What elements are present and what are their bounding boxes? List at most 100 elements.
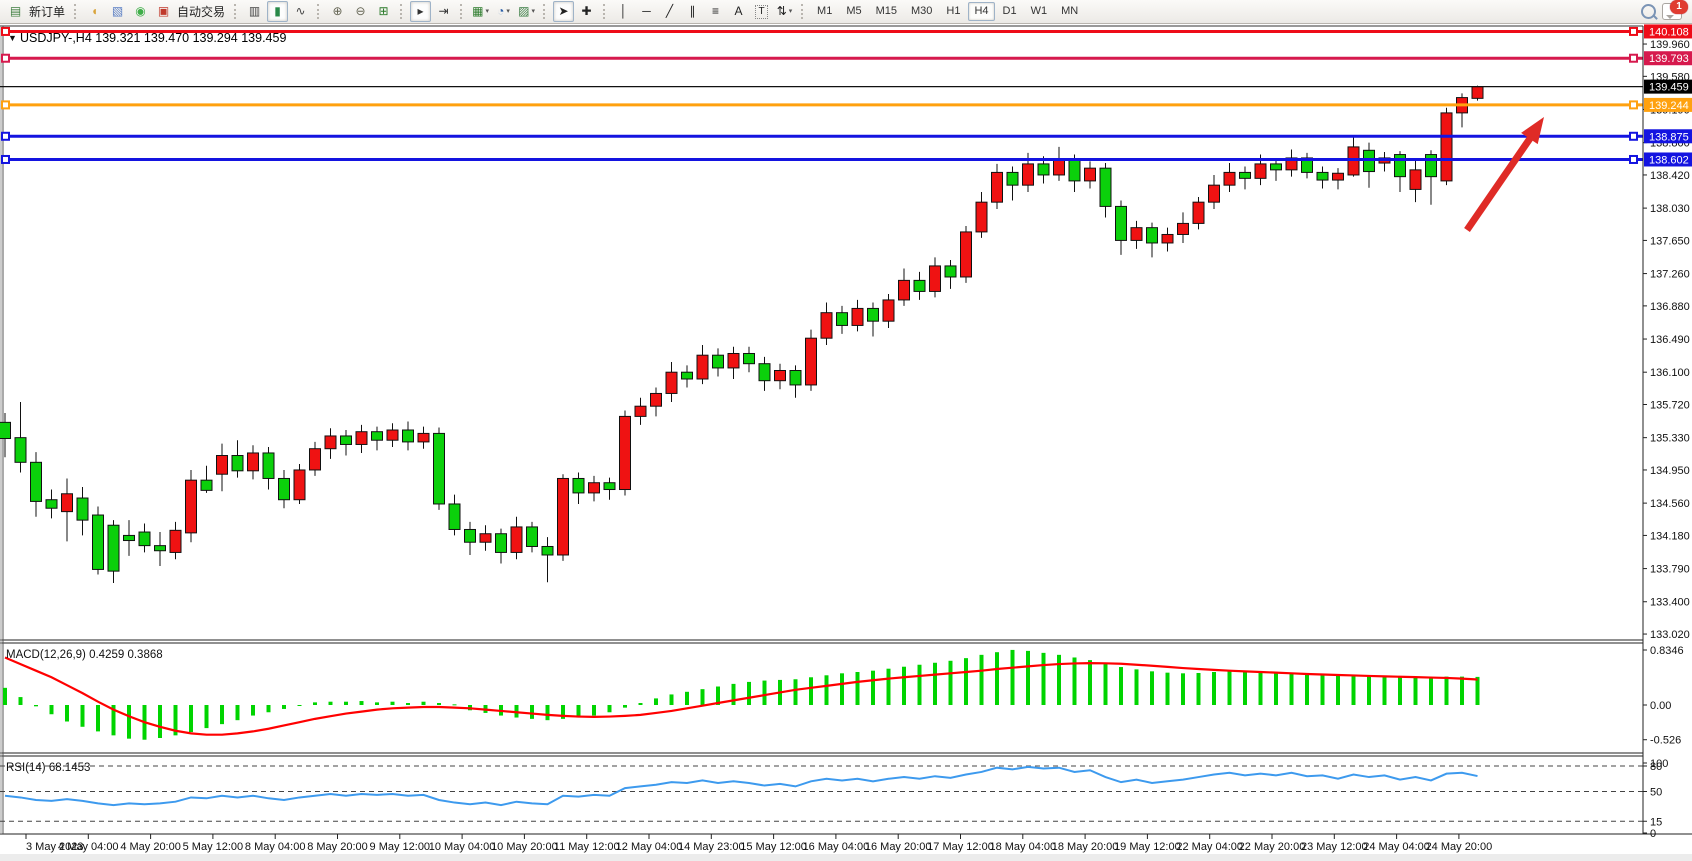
line-chart-icon[interactable]: ∿	[290, 1, 311, 22]
price-label-139.459: 139.459	[1644, 80, 1692, 94]
time-tick-label: 24 May 04:00	[1363, 841, 1430, 853]
macd-histogram-bar	[1352, 676, 1356, 705]
fibonacci-icon[interactable]: ≡	[705, 1, 726, 22]
timeframe-m1[interactable]: M1	[811, 2, 838, 21]
hline-left-marker[interactable]	[2, 101, 9, 108]
toolbar-separator	[543, 4, 547, 19]
chart-shift-icon[interactable]: ⇥	[433, 1, 454, 22]
candle-body	[1054, 160, 1065, 175]
toolbar-separator	[460, 4, 464, 19]
candle-body	[651, 393, 662, 406]
time-tick-label: 4 May 20:00	[120, 841, 181, 853]
candle-body	[294, 470, 305, 500]
hline-left-marker[interactable]	[2, 55, 9, 62]
timeframe-m15[interactable]: M15	[870, 2, 903, 21]
arrows-icon[interactable]: ⇅▾	[774, 1, 795, 22]
macd-histogram-bar	[825, 675, 829, 705]
hline-right-marker[interactable]	[1630, 156, 1637, 163]
timeframe-h1[interactable]: H1	[940, 2, 966, 21]
search-icon[interactable]	[1641, 4, 1656, 19]
zoom-in-icon[interactable]: ⊕	[327, 1, 348, 22]
crosshair-icon[interactable]: ✚	[576, 1, 597, 22]
candle-body	[480, 534, 491, 543]
macd-histogram-bar	[1042, 653, 1046, 705]
new-order-button[interactable]: ▤	[5, 1, 26, 22]
macd-histogram-bar	[1383, 676, 1387, 705]
vertical-line-icon[interactable]: │	[613, 1, 634, 22]
macd-histogram-bar	[81, 705, 85, 727]
candle-body	[31, 462, 42, 501]
auto-trading-button[interactable]: ▣	[153, 1, 174, 22]
trade-watch-icon[interactable]: ▧	[107, 1, 128, 22]
horizontal-line-icon[interactable]: ─	[636, 1, 657, 22]
time-tick-label: 16 May 04:00	[803, 841, 870, 853]
candle-body	[201, 480, 212, 490]
hline-left-marker[interactable]	[2, 156, 9, 163]
candle-body	[62, 494, 73, 512]
cursor-icon[interactable]: ➤	[553, 1, 574, 22]
megaphone-icon[interactable]: ◖	[84, 1, 105, 22]
text-icon[interactable]: A	[728, 1, 749, 22]
timeframe-m30[interactable]: M30	[905, 2, 938, 21]
price-tick-label: 135.330	[1650, 433, 1690, 445]
hline-right-marker[interactable]	[1630, 133, 1637, 140]
bar-chart-icon[interactable]: ▥	[244, 1, 265, 22]
candle-body	[852, 308, 863, 325]
period-clock-icon[interactable]: ◔▾	[493, 1, 514, 22]
price-tick-label: 133.400	[1650, 597, 1690, 609]
macd-histogram-bar	[189, 705, 193, 732]
candle-body	[589, 483, 600, 493]
candle-body	[1193, 202, 1204, 223]
hline-right-marker[interactable]	[1630, 28, 1637, 35]
macd-histogram-bar	[1321, 675, 1325, 705]
notifications-icon[interactable]: 1	[1662, 3, 1682, 20]
price-label-text: 139.459	[1649, 82, 1689, 94]
candle-body	[155, 546, 166, 551]
trendline-icon[interactable]: ╱	[659, 1, 680, 22]
candle-body	[434, 433, 445, 504]
equidistant-channel-icon: ∥	[690, 2, 696, 21]
candle-body	[108, 525, 119, 571]
equidistant-channel-icon[interactable]: ∥	[682, 1, 703, 22]
candlestick-chart-icon[interactable]: ▮	[267, 1, 288, 22]
macd-histogram-bar	[329, 702, 333, 705]
hline-right-marker[interactable]	[1630, 55, 1637, 62]
macd-histogram-bar	[1088, 660, 1092, 705]
hline-left-marker[interactable]	[2, 133, 9, 140]
macd-histogram-bar	[422, 702, 426, 705]
candle-body	[403, 430, 414, 442]
candle-body	[914, 280, 925, 291]
zoom-out-icon[interactable]: ⊖	[350, 1, 371, 22]
zoom-in-icon: ⊕	[333, 2, 343, 21]
price-label-text: 140.108	[1649, 26, 1689, 38]
timeframe-mn[interactable]: MN	[1055, 2, 1084, 21]
timeframe-d1[interactable]: D1	[997, 2, 1023, 21]
time-tick-label: 17 May 12:00	[927, 841, 994, 853]
timeframe-w1[interactable]: W1	[1025, 2, 1054, 21]
macd-histogram-bar	[19, 697, 23, 705]
price-tick-label: 136.490	[1650, 334, 1690, 346]
price-label-text: 139.244	[1649, 100, 1689, 112]
macd-histogram-bar	[406, 703, 410, 705]
candle-body	[635, 406, 646, 416]
macd-histogram-bar	[453, 704, 457, 705]
auto-scroll-icon[interactable]: ▸	[410, 1, 431, 22]
candle-body	[372, 432, 383, 441]
symbol-menu-icon[interactable]: ▼	[8, 33, 17, 43]
time-tick-label: 18 May 20:00	[1052, 841, 1119, 853]
bar-chart-icon: ▥	[249, 2, 260, 21]
timeframe-m5[interactable]: M5	[840, 2, 867, 21]
macd-histogram-bar	[980, 655, 984, 705]
candle-body	[573, 478, 584, 492]
candle-body	[666, 372, 677, 393]
macd-histogram-bar	[34, 705, 38, 706]
signal-icon[interactable]: ◉	[130, 1, 151, 22]
chart-area[interactable]: 139.960139.580139.190138.800138.420138.0…	[0, 24, 1692, 861]
indicators-icon[interactable]: ▨▾	[516, 1, 537, 22]
macd-histogram-bar	[1104, 663, 1108, 705]
timeframe-h4[interactable]: H4	[968, 2, 994, 21]
templates-icon[interactable]: ▦▾	[470, 1, 491, 22]
hline-right-marker[interactable]	[1630, 101, 1637, 108]
tile-windows-icon[interactable]: ⊞	[373, 1, 394, 22]
text-label-icon[interactable]: T	[751, 1, 772, 22]
